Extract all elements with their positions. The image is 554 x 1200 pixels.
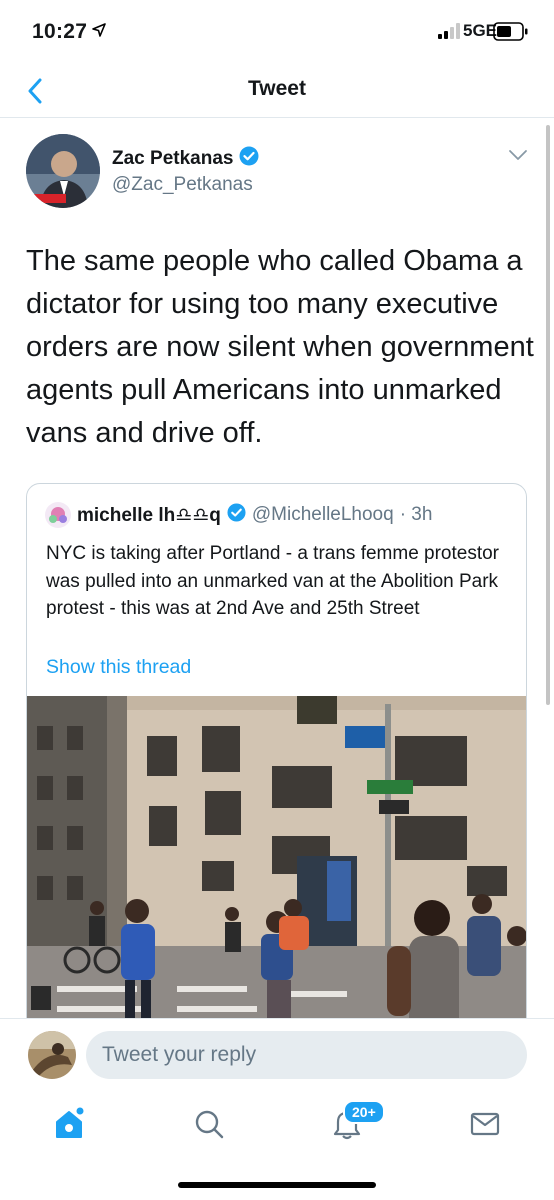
home-icon	[56, 1107, 84, 1138]
quoted-author-avatar	[45, 502, 71, 528]
quoted-author-name: michelle lh♎♎q	[77, 504, 221, 526]
author-handle: @Zac_Petkanas	[112, 174, 253, 195]
quoted-tweet-text: NYC is taking after Portland - a trans f…	[46, 543, 500, 619]
quoted-tweet-header: michelle lh♎♎q @MichelleLhooq · 3h	[45, 502, 432, 528]
tab-search[interactable]	[184, 1102, 234, 1146]
author-avatar[interactable]	[26, 134, 100, 208]
more-options-button[interactable]	[508, 148, 528, 166]
network-label: 5GE	[463, 21, 498, 40]
location-arrow-icon	[92, 23, 106, 42]
notifications-badge: 20+	[343, 1100, 385, 1124]
quoted-tweet[interactable]: michelle lh♎♎q @MichelleLhooq · 3h NYC i…	[26, 483, 527, 1043]
chevron-down-icon	[509, 150, 527, 160]
verified-badge-icon	[239, 146, 259, 172]
home-indicator[interactable]	[178, 1182, 376, 1188]
author-name[interactable]: Zac Petkanas	[112, 146, 259, 172]
battery-icon	[493, 22, 529, 47]
reply-bar	[0, 1018, 554, 1092]
reply-input[interactable]	[86, 1031, 527, 1079]
messages-icon	[470, 1112, 500, 1136]
nav-header: Tweet	[0, 64, 554, 118]
quoted-tweet-video[interactable]	[27, 696, 526, 1042]
tab-messages[interactable]	[460, 1102, 510, 1146]
signal-icon	[438, 23, 460, 44]
page-title: Tweet	[248, 77, 306, 100]
tab-home[interactable]	[44, 1102, 94, 1146]
user-avatar[interactable]	[28, 1031, 76, 1079]
quoted-tweet-time: · 3h	[399, 504, 433, 525]
scroll-indicator[interactable]	[546, 125, 550, 705]
status-bar: 10:27 5GE	[0, 0, 554, 64]
tweet-text: The same people who called Obama a dicta…	[26, 245, 534, 449]
author-name-text: Zac Petkanas	[112, 148, 234, 169]
verified-badge-icon	[227, 503, 246, 527]
search-icon	[195, 1110, 224, 1139]
show-thread-link[interactable]: Show this thread	[46, 656, 191, 679]
quoted-author-handle: @MichelleLhooq	[251, 504, 394, 525]
status-time: 10:27	[32, 20, 88, 43]
